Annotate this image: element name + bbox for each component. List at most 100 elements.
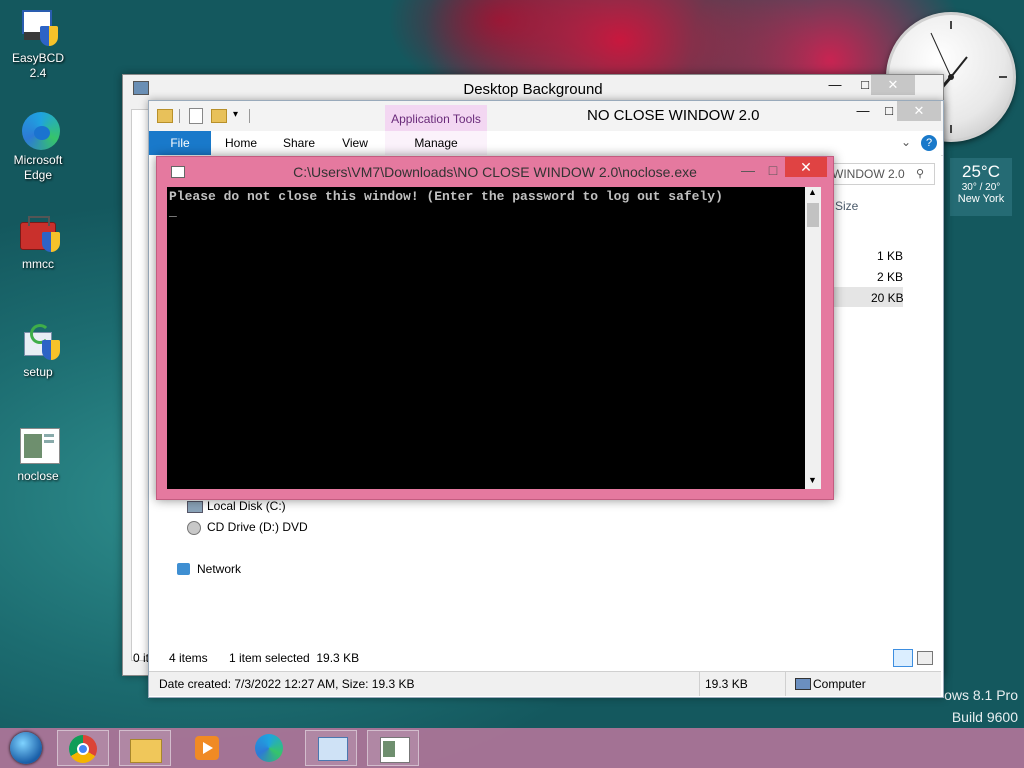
nav-item-network[interactable]: Network [177, 562, 241, 576]
weather-temperature: 25°C [962, 162, 1000, 181]
close-button[interactable]: ✕ [897, 101, 941, 121]
maximize-button[interactable]: □ [761, 155, 785, 185]
nav-item-local-disk[interactable]: Local Disk (C:) [187, 499, 286, 513]
context-tab-label: Application Tools [391, 112, 481, 126]
new-folder-icon[interactable] [211, 109, 227, 123]
console-output[interactable]: Please do not close this window! (Enter … [167, 187, 805, 489]
control-panel-icon [318, 737, 348, 761]
ribbon-expand-icon[interactable]: ⌄ [901, 135, 911, 149]
desktop-icon-label: setup [23, 365, 53, 379]
tab-view[interactable]: View [329, 131, 381, 155]
toolbar-separator [179, 109, 180, 123]
network-icon [177, 563, 190, 575]
edge-icon [255, 734, 283, 762]
file-size: 1 KB [877, 249, 904, 263]
file-size-info: 19.3 KB [705, 677, 748, 691]
edge-icon [16, 110, 60, 150]
weather-city: New York [957, 193, 1005, 205]
explorer-title: NO CLOSE WINDOW 2.0 [587, 107, 760, 124]
taskbar-chrome[interactable] [57, 730, 109, 766]
desktop-icon-label: mmcc [22, 257, 54, 271]
help-icon[interactable]: ? [921, 135, 937, 151]
nav-item-label: CD Drive (D:) DVD [207, 520, 308, 534]
window-app-icon [133, 81, 149, 95]
windows-watermark: ows 8.1 Pro Build 9600 [930, 684, 1024, 728]
details-view-icon[interactable] [893, 649, 913, 667]
computer-icon [795, 678, 811, 690]
selection-info: 1 item selected 19.3 KB [229, 651, 360, 665]
desktop-icon-mmcc[interactable]: mmcc [6, 214, 70, 272]
easybcd-icon [16, 8, 60, 48]
taskbar-edge[interactable] [243, 730, 295, 766]
ribbon-tab-bar: File Home Share View Manage ⌄ ? [149, 131, 943, 156]
back-window-status: 0 it [133, 651, 150, 665]
application-window-icon [16, 426, 60, 466]
tab-share[interactable]: Share [269, 131, 329, 155]
scroll-thumb[interactable] [807, 203, 819, 227]
desktop-icon-setup[interactable]: setup [6, 322, 70, 380]
console-cursor: _ [169, 204, 177, 219]
watermark-edition: ows 8.1 Pro [944, 687, 1018, 703]
desktop-icon-label: Microsoft Edge [13, 153, 63, 182]
column-header-size[interactable]: Size [835, 199, 858, 213]
tab-home[interactable]: Home [213, 131, 269, 155]
setup-icon [16, 322, 60, 362]
minimize-button[interactable]: — [735, 155, 761, 185]
cd-drive-icon [187, 521, 201, 535]
file-size: 20 KB [871, 291, 904, 305]
desktop-icon-noclose[interactable]: noclose [6, 426, 70, 484]
taskbar-file-explorer[interactable] [119, 730, 171, 766]
toolbar-separator [249, 109, 250, 123]
scroll-down-icon[interactable]: ▼ [808, 475, 817, 485]
item-count: 4 items [169, 651, 208, 665]
toolbox-icon [16, 214, 60, 254]
play-icon [203, 742, 213, 754]
quick-access-dropdown-icon[interactable]: ▾ [233, 109, 238, 120]
taskbar-noclose[interactable] [367, 730, 419, 766]
close-button[interactable]: ✕ [871, 75, 915, 95]
console-title-bar[interactable]: C:\Users\VM7\Downloads\NO CLOSE WINDOW 2… [157, 157, 833, 187]
desktop-icon-label: noclose [17, 469, 59, 483]
console-scrollbar[interactable]: ▲ ▼ [805, 187, 821, 489]
start-button[interactable] [6, 730, 46, 766]
console-app-icon [171, 166, 185, 178]
desktop-icon-label: EasyBCD 2.4 [11, 51, 64, 80]
date-created-info: Date created: 7/3/2022 12:27 AM, Size: 1… [159, 677, 415, 691]
explorer-title-bar[interactable]: ▾ Application Tools NO CLOSE WINDOW 2.0 … [149, 101, 943, 131]
weather-gadget[interactable]: 25°C 30° / 20° New York [950, 158, 1012, 216]
nav-item-label: Local Disk (C:) [207, 499, 286, 513]
details-status-bar: Date created: 7/3/2022 12:27 AM, Size: 1… [149, 671, 941, 696]
tab-manage[interactable]: Manage [385, 131, 487, 155]
weather-range: 30° / 20° [961, 182, 1001, 193]
close-button[interactable]: ✕ [785, 157, 827, 177]
folder-icon [157, 109, 173, 123]
window-title: Desktop Background [463, 81, 603, 98]
chrome-icon-center [77, 743, 89, 755]
application-tools-context-tab: Application Tools [385, 105, 487, 131]
application-window-icon-panel [383, 741, 395, 757]
search-box[interactable]: WINDOW 2.0 ⚲ [825, 163, 935, 185]
windows-logo-icon [10, 732, 42, 764]
nav-item-label: Network [197, 562, 242, 576]
file-size: 2 KB [877, 270, 904, 284]
status-divider [785, 672, 786, 696]
desktop-icon-edge[interactable]: Microsoft Edge [6, 110, 70, 183]
scroll-up-icon[interactable]: ▲ [808, 187, 817, 197]
search-icon[interactable]: ⚲ [916, 164, 924, 184]
search-box-text: WINDOW 2.0 [832, 167, 905, 181]
taskbar-media-player[interactable] [181, 730, 233, 766]
noclose-console-window[interactable]: C:\Users\VM7\Downloads\NO CLOSE WINDOW 2… [156, 156, 834, 500]
status-divider [699, 672, 700, 696]
file-explorer-icon [130, 739, 162, 763]
large-icons-view-icon[interactable] [917, 651, 933, 665]
nav-item-cd-drive[interactable]: CD Drive (D:) DVD [187, 520, 308, 535]
taskbar [0, 728, 1024, 768]
taskbar-control-panel[interactable] [305, 730, 357, 766]
properties-icon[interactable] [189, 108, 203, 124]
console-line: Please do not close this window! (Enter … [169, 189, 723, 204]
tab-file[interactable]: File [149, 131, 211, 155]
watermark-build: Build 9600 [951, 709, 1018, 725]
location-info: Computer [813, 677, 866, 691]
drive-icon [187, 501, 203, 513]
desktop-icon-easybcd[interactable]: EasyBCD 2.4 [6, 8, 70, 81]
